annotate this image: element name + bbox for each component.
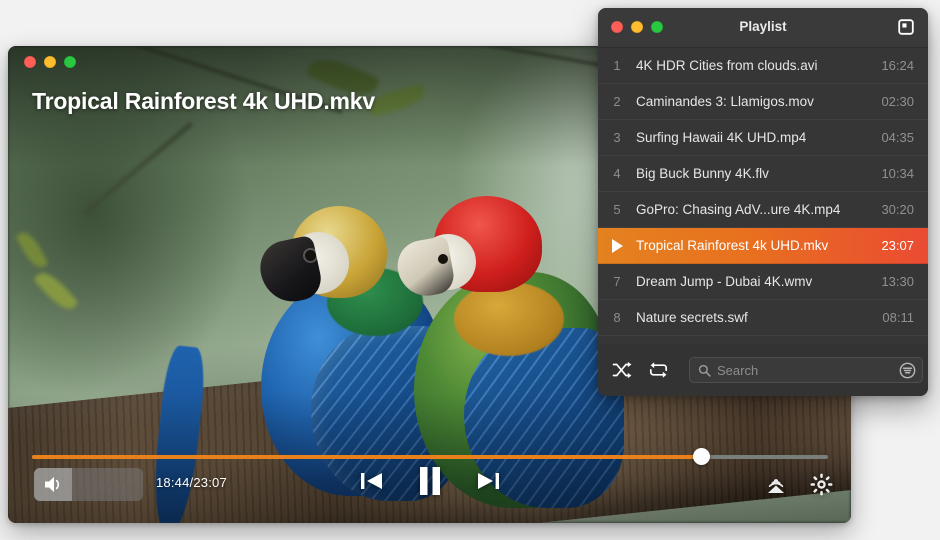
playlist-row-duration: 23:07 [881, 238, 914, 253]
zoom-button[interactable] [64, 56, 76, 68]
playlist-row[interactable]: 1 4K HDR Cities from clouds.avi 16:24 [598, 48, 928, 84]
playlist-row[interactable]: 3 Surfing Hawaii 4K UHD.mp4 04:35 [598, 120, 928, 156]
macaw-eye [438, 254, 448, 264]
video-window-traffic-lights[interactable] [24, 56, 76, 68]
minimize-button[interactable] [44, 56, 56, 68]
playlist-row-index: 4 [613, 166, 621, 181]
transport-controls [8, 465, 851, 497]
filter-icon[interactable] [899, 362, 916, 379]
playlist-row[interactable]: 7 Dream Jump - Dubai 4K.wmv 13:30 [598, 264, 928, 300]
playlist-row-name: 4K HDR Cities from clouds.avi [636, 58, 818, 73]
playlist-row-index: 7 [613, 274, 621, 289]
search-input[interactable] [711, 362, 899, 378]
playlist-title: Playlist [739, 19, 787, 34]
playlist-row-index: 2 [613, 94, 621, 109]
macaw-shoulder [454, 282, 564, 356]
playlist-row-name: Dream Jump - Dubai 4K.wmv [636, 274, 813, 289]
video-title: Tropical Rainforest 4k UHD.mkv [32, 88, 375, 114]
playlist-row-index: 1 [613, 58, 621, 73]
playlist-row-name: Tropical Rainforest 4k UHD.mkv [636, 238, 829, 253]
playlist-titlebar[interactable]: Playlist [598, 8, 928, 48]
playlist-row-name: GoPro: Chasing AdV...ure 4K.mp4 [636, 202, 841, 217]
playlist-row-duration: 10:34 [881, 166, 914, 181]
playlist-row[interactable]: 4 Big Buck Bunny 4K.flv 10:34 [598, 156, 928, 192]
airplay-icon[interactable] [764, 474, 788, 496]
playlist-row-duration: 30:20 [881, 202, 914, 217]
macaw-beak [393, 235, 457, 301]
playlist-row-name: Surfing Hawaii 4K UHD.mp4 [636, 130, 807, 145]
macaw-eye [305, 250, 316, 261]
gear-icon[interactable] [810, 473, 833, 496]
playlist-row[interactable]: 2 Caminandes 3: Llamigos.mov 02:30 [598, 84, 928, 120]
playlist-items[interactable]: 1 4K HDR Cities from clouds.avi 16:24 2 Cami… [598, 48, 928, 344]
repeat-icon[interactable] [648, 357, 669, 383]
playlist-row-duration: 02:30 [881, 94, 914, 109]
search-icon [698, 364, 711, 377]
playlist-row-duration: 16:24 [881, 58, 914, 73]
playlist-row-index: 5 [613, 202, 621, 217]
playlist-row[interactable]: Tropical Rainforest 4k UHD.mkv 23:07 [598, 228, 928, 264]
player-controls-bar: 18:44/23:07 [8, 451, 851, 523]
close-button[interactable] [24, 56, 36, 68]
playlist-row-duration: 13:30 [881, 274, 914, 289]
search-field[interactable] [689, 357, 923, 383]
playlist-row-index: 8 [613, 310, 621, 325]
playlist-row-duration: 04:35 [881, 130, 914, 145]
playlist-row[interactable]: 8 Nature secrets.swf 08:11 [598, 300, 928, 336]
playlist-row-name: Caminandes 3: Llamigos.mov [636, 94, 814, 109]
playlist-row-duration: 08:11 [882, 310, 914, 325]
play-caret-icon [611, 238, 623, 253]
playlist-row-name: Big Buck Bunny 4K.flv [636, 166, 769, 181]
playlist-toolbar [598, 344, 928, 396]
secondary-controls [764, 473, 833, 496]
shuffle-icon[interactable] [612, 357, 632, 383]
playlist-row-name: Nature secrets.swf [636, 310, 748, 325]
playlist-row[interactable]: 5 GoPro: Chasing AdV...ure 4K.mp4 30:20 [598, 192, 928, 228]
detach-panel-icon[interactable] [898, 19, 914, 38]
previous-button[interactable] [359, 469, 385, 493]
playlist-window[interactable]: Playlist 1 4K HDR Cities from clouds.avi 1… [598, 8, 928, 396]
now-playing-icon [598, 238, 636, 253]
playlist-row-index: 3 [613, 130, 621, 145]
pause-button[interactable] [415, 465, 445, 497]
next-button[interactable] [475, 469, 501, 493]
